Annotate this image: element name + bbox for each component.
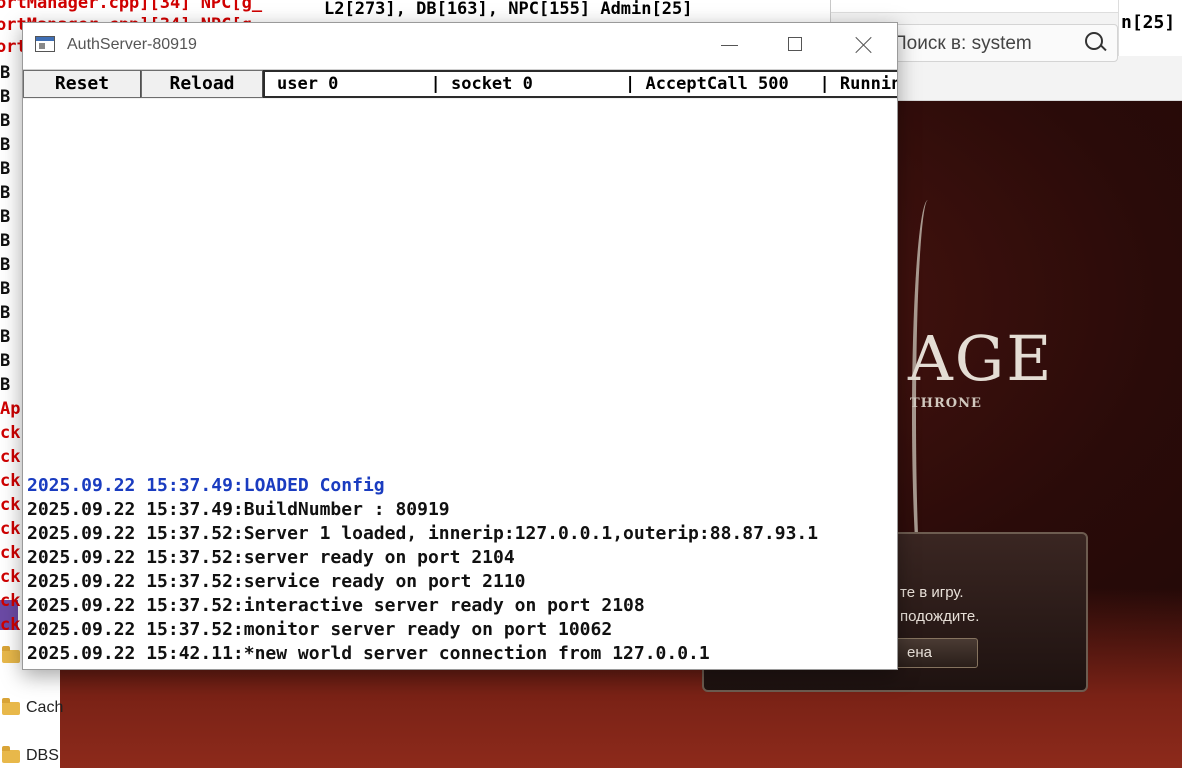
log-line: 2025.09.22 15:37.52:interactive server r… <box>27 595 645 616</box>
game-dialog-button-label: ена <box>907 644 932 661</box>
folder-icon <box>2 698 20 715</box>
minimize-icon <box>721 45 738 46</box>
reset-button[interactable]: Reset <box>23 70 141 98</box>
log-line: 2025.09.22 15:37.52:service ready on por… <box>27 571 526 592</box>
window-title: AuthServer-80919 <box>67 36 197 53</box>
search-icon[interactable] <box>1085 32 1103 50</box>
folder-icon <box>2 646 20 663</box>
minimize-button[interactable] <box>697 23 763 69</box>
folder-label: Cach <box>26 699 64 716</box>
toolbar: Reset Reload user 0 | socket 0 | AcceptC… <box>23 69 897 100</box>
background-console-fragment: n[25] <box>1118 0 1182 56</box>
game-dialog-line-2: подождите. <box>900 608 980 625</box>
log-line: 2025.09.22 15:37.52:Server 1 loaded, inn… <box>27 523 819 544</box>
game-logo-subtitle: THRONE <box>910 396 982 411</box>
folder-label: DBS <box>26 747 59 764</box>
log-lines: 2025.09.22 15:37.49:LOADED Config 2025.09… <box>27 474 897 666</box>
status-text: user 0 | socket 0 | AcceptCall 500 | Run… <box>277 74 897 94</box>
log-line: 2025.09.22 15:37.49:LOADED Config <box>27 475 385 496</box>
log-line: 2025.09.22 15:42.11:*new world server co… <box>27 643 710 664</box>
authserver-window[interactable]: AuthServer-80919 Reset Reload user 0 | s… <box>22 22 898 670</box>
background-console-line: L2[273], DB[163], NPC[155] Admin[25] <box>324 0 693 19</box>
game-logo-text: AGE <box>908 322 1054 395</box>
explorer-search-placeholder: Поиск в: system <box>893 33 1032 54</box>
folder-icon <box>2 746 20 763</box>
log-line: 2025.09.22 15:37.49:BuildNumber : 80919 <box>27 499 450 520</box>
background-console-text: n[25] <box>1121 12 1176 33</box>
game-dialog-line-1: те в игру. <box>900 584 964 601</box>
log-output[interactable]: 2025.09.22 15:37.49:LOADED Config 2025.09… <box>23 99 897 669</box>
folder-item[interactable]: Cach <box>0 694 64 724</box>
status-field: user 0 | socket 0 | AcceptCall 500 | Run… <box>263 70 897 98</box>
log-line: 2025.09.22 15:37.52:server ready on port… <box>27 547 515 568</box>
explorer-search-input[interactable]: Поиск в: system <box>878 24 1118 62</box>
window-titlebar[interactable]: AuthServer-80919 <box>23 23 897 69</box>
close-button[interactable] <box>829 23 895 69</box>
app-icon <box>35 36 55 52</box>
log-line: 2025.09.22 15:37.52:monitor server ready… <box>27 619 613 640</box>
background-error-line: ortManager.cpp][34] NPC[g_ <box>0 0 263 13</box>
maximize-icon <box>788 37 802 51</box>
maximize-button[interactable] <box>763 23 829 69</box>
reload-button[interactable]: Reload <box>141 70 263 98</box>
